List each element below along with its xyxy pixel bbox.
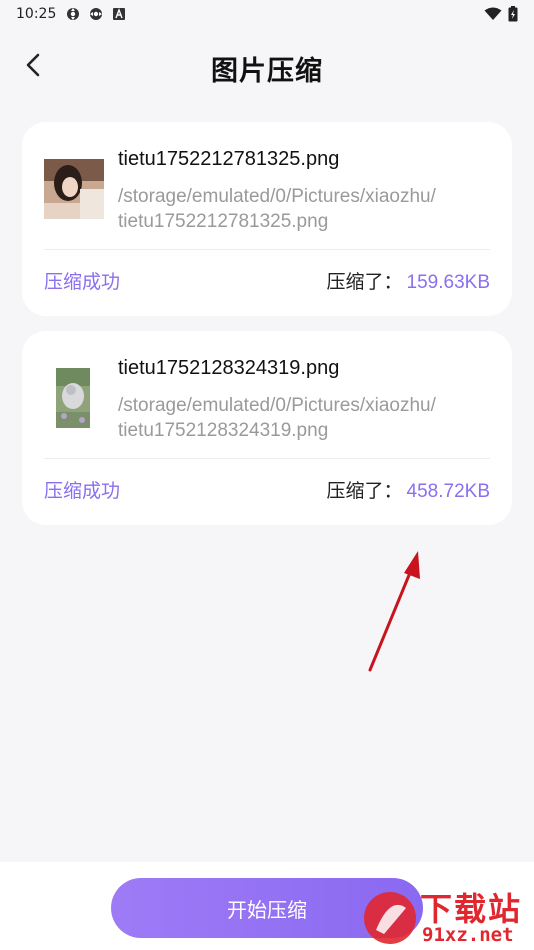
watermark-url: 91xz.net <box>422 924 514 946</box>
file-path-line: tietu1752212781325.png <box>118 211 329 232</box>
saved-label: 压缩了： <box>326 271 403 293</box>
file-name: tietu1752212781325.png <box>118 148 340 170</box>
saved-size: 压缩了： 159.63KB <box>327 267 490 294</box>
divider <box>44 249 490 250</box>
nav-bar: 图片压缩 <box>0 40 534 96</box>
file-path: /storage/emulated/0/Pictures/xiaozhu/ ti… <box>118 184 498 234</box>
image-thumbnail[interactable] <box>56 368 90 428</box>
file-card: tietu1752212781325.png /storage/emulated… <box>22 122 512 316</box>
photo-thumbnail-icon <box>44 159 104 219</box>
image-thumbnail[interactable] <box>44 159 104 219</box>
file-path-line: /storage/emulated/0/Pictures/xiaozhu/ <box>118 186 436 207</box>
divider <box>44 458 490 459</box>
file-path-line: tietu1752128324319.png <box>118 420 329 441</box>
watermark: 下载站 91xz.net <box>362 880 532 948</box>
compress-status: 压缩成功 <box>44 271 121 293</box>
page-title: 图片压缩 <box>211 55 323 87</box>
annotation-arrow-icon <box>368 551 420 672</box>
saved-label: 压缩了： <box>326 480 403 502</box>
status-bar: 10:25 <box>0 0 534 28</box>
saved-size: 压缩了： 458.72KB <box>327 476 490 503</box>
back-button[interactable] <box>18 50 48 80</box>
wifi-icon <box>484 7 502 20</box>
file-name: tietu1752128324319.png <box>118 357 340 379</box>
status-time: 10:25 <box>16 6 57 22</box>
file-path: /storage/emulated/0/Pictures/xiaozhu/ ti… <box>118 393 498 443</box>
file-path-line: /storage/emulated/0/Pictures/xiaozhu/ <box>118 395 436 416</box>
file-card: tietu1752128324319.png /storage/emulated… <box>22 331 512 525</box>
battery-icon <box>508 6 518 22</box>
compress-status: 压缩成功 <box>44 480 121 502</box>
sync-icon <box>90 8 103 20</box>
sync-icon <box>67 8 80 20</box>
photo-thumbnail-icon <box>56 368 90 428</box>
saved-value: 159.63KB <box>406 272 490 293</box>
app-a-icon <box>113 8 126 20</box>
saved-value: 458.72KB <box>406 481 490 502</box>
watermark-logo-icon <box>364 892 416 944</box>
chevron-left-icon <box>26 53 40 77</box>
